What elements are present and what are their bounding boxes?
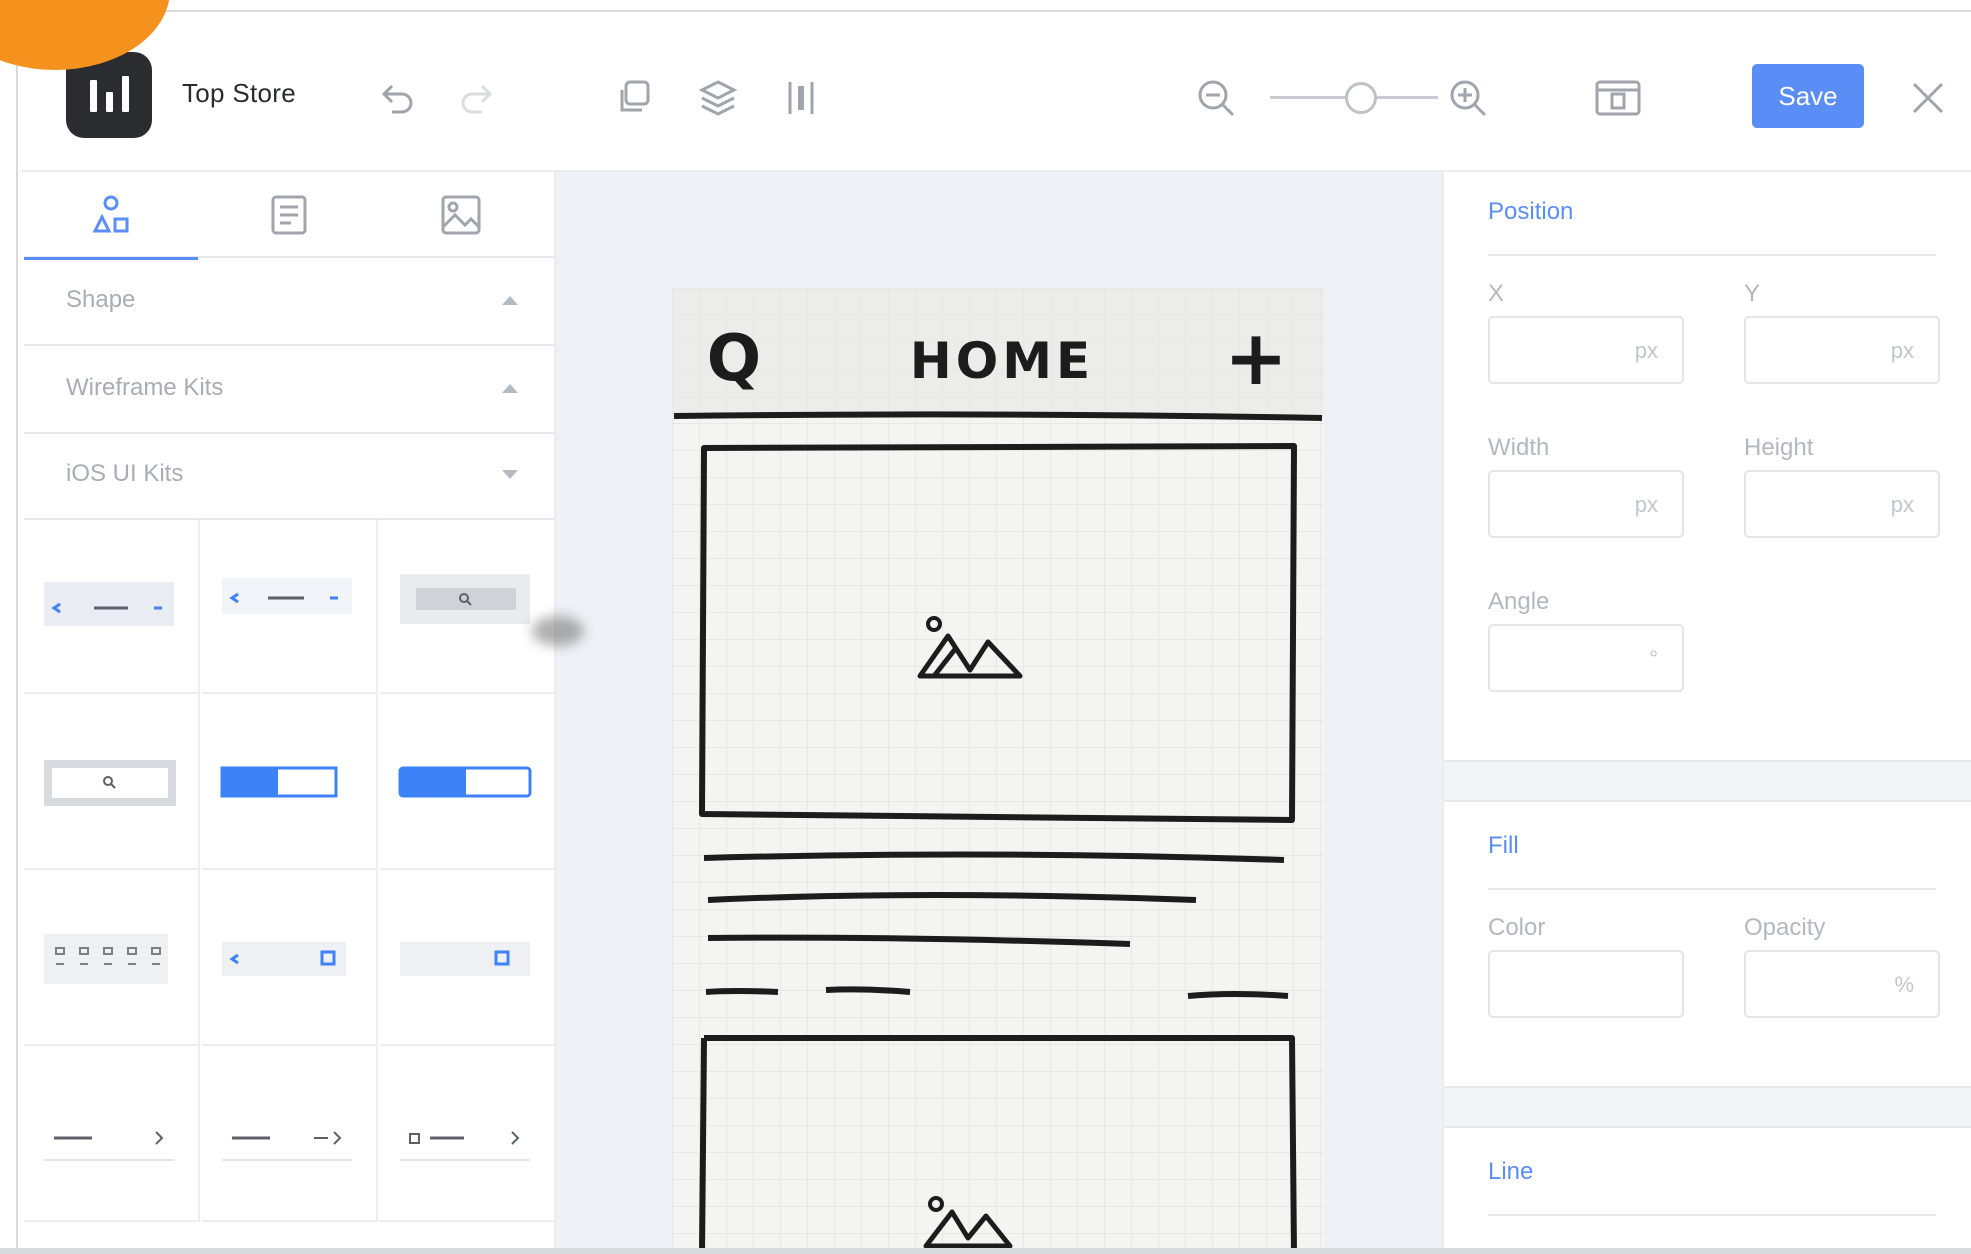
kit-search-bar-outlined[interactable]	[24, 694, 200, 870]
kit-search-bar-filled[interactable]	[380, 518, 556, 694]
layers-icon[interactable]	[692, 72, 744, 124]
y-label: Y	[1744, 280, 1761, 307]
sketch-artboard[interactable]: Q HOME +	[672, 288, 1324, 1254]
sketch-search-glyph: Q	[707, 322, 761, 396]
properties-panel: Position X Y px px Width Height px px An…	[1442, 172, 1971, 1254]
width-field[interactable]: px	[1488, 470, 1684, 538]
color-label: Color	[1488, 914, 1546, 941]
unit-label: °	[1649, 646, 1658, 671]
unit-label: px	[1634, 338, 1658, 363]
sketch-add-glyph: +	[1224, 313, 1288, 402]
zoom-in-icon[interactable]	[1442, 72, 1494, 124]
opacity-label: Opacity	[1744, 914, 1826, 941]
save-button[interactable]: Save	[1752, 64, 1864, 128]
kit-nav-bar-back-checkbox[interactable]	[202, 870, 378, 1046]
kit-list-row-checkbox-chevron[interactable]	[380, 1046, 556, 1222]
design-canvas[interactable]: Q HOME +	[556, 172, 1442, 1254]
kit-list-row-chevron[interactable]	[24, 1046, 200, 1222]
x-label: X	[1488, 280, 1505, 307]
drag-cursor-ghost	[532, 616, 584, 646]
position-section-title: Position	[1488, 198, 1574, 225]
kit-nav-bar-back-compact[interactable]	[202, 518, 378, 694]
window-frame-top	[0, 10, 1971, 12]
zoom-slider-handle[interactable]	[1345, 82, 1377, 114]
divider	[1488, 1214, 1936, 1216]
app-window: Top Store Save Shape Wireframe Kits iOS …	[0, 0, 1971, 1254]
template-icon	[271, 195, 307, 235]
caret-up-icon	[502, 296, 518, 305]
caret-up-icon	[502, 384, 518, 393]
sketch-header-title: HOME	[910, 332, 1094, 390]
kit-segmented-toggle[interactable]	[202, 694, 378, 870]
unit-label: px	[1634, 492, 1658, 517]
duplicate-icon[interactable]	[608, 72, 660, 124]
kit-list-row-arrow[interactable]	[202, 1046, 378, 1222]
sketch-drawing: Q HOME +	[672, 288, 1324, 1254]
redo-icon[interactable]	[452, 72, 504, 124]
section-label: Shape	[66, 286, 136, 313]
project-title[interactable]: Top Store	[182, 78, 296, 109]
section-label: iOS UI Kits	[66, 460, 184, 487]
angle-field[interactable]: °	[1488, 624, 1684, 692]
section-label: Wireframe Kits	[66, 374, 224, 401]
section-separator	[1444, 760, 1971, 802]
window-frame-left	[16, 10, 18, 1254]
width-label: Width	[1488, 434, 1550, 461]
unit-label: px	[1890, 338, 1914, 363]
top-toolbar: Top Store Save	[22, 22, 1971, 172]
fill-section-title: Fill	[1488, 832, 1519, 859]
line-section-title: Line	[1488, 1158, 1534, 1185]
section-shape[interactable]: Shape	[24, 258, 556, 346]
kit-grid	[24, 518, 556, 1254]
height-label: Height	[1744, 434, 1814, 461]
unit-label: %	[1894, 972, 1914, 997]
kit-nav-bar-back[interactable]	[24, 518, 200, 694]
angle-label: Angle	[1488, 588, 1550, 615]
opacity-field[interactable]: %	[1744, 950, 1940, 1018]
close-icon[interactable]	[1902, 72, 1954, 124]
y-field[interactable]: px	[1744, 316, 1940, 384]
unit-label: px	[1890, 492, 1914, 517]
tab-templates[interactable]	[202, 172, 376, 258]
divider	[1488, 254, 1936, 256]
preview-icon[interactable]	[1592, 72, 1644, 124]
section-ios-ui-kits[interactable]: iOS UI Kits	[24, 432, 556, 520]
components-panel: Shape Wireframe Kits iOS UI Kits	[24, 172, 556, 1254]
zoom-out-icon[interactable]	[1190, 72, 1242, 124]
kit-segmented-toggle-wide[interactable]	[380, 694, 556, 870]
image-icon	[441, 195, 481, 235]
divider	[1488, 888, 1936, 890]
tab-images[interactable]	[374, 172, 548, 258]
section-wireframe-kits[interactable]: Wireframe Kits	[24, 346, 556, 434]
align-icon[interactable]	[776, 72, 828, 124]
undo-icon[interactable]	[370, 72, 422, 124]
height-field[interactable]: px	[1744, 470, 1940, 538]
shapes-icon	[92, 195, 129, 233]
window-frame-bottom	[0, 1248, 1971, 1254]
x-field[interactable]: px	[1488, 316, 1684, 384]
caret-down-icon	[502, 470, 518, 479]
component-tabs	[24, 172, 556, 260]
tab-shapes[interactable]	[24, 172, 198, 260]
color-field[interactable]	[1488, 950, 1684, 1018]
kit-toolbar-checkbox[interactable]	[380, 870, 556, 1046]
kit-page-dots[interactable]	[24, 870, 200, 1046]
section-separator	[1444, 1086, 1971, 1128]
